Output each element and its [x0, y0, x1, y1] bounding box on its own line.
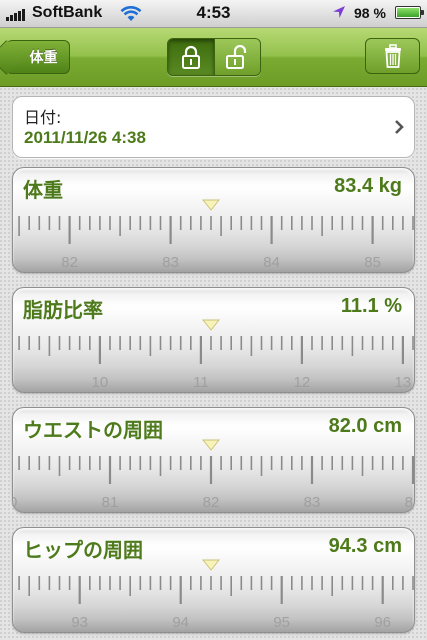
tick-label: 83 — [304, 494, 321, 511]
lock-segment[interactable] — [168, 39, 214, 75]
date-cell[interactable]: 日付: 2011/11/26 4:38 — [12, 96, 415, 158]
tick-label: 84 — [263, 254, 280, 271]
value-pointer-icon — [202, 559, 220, 571]
hip-panel: ヒップの周囲 94.3 cm 93 94 95 96 — [12, 527, 415, 633]
lock-open-icon — [226, 45, 247, 69]
body-fat-ruler[interactable]: 10 11 12 13 — [13, 288, 415, 393]
tick-label: 94 — [172, 614, 189, 631]
waist-panel: ウエストの周囲82.0 cm8081828384 — [12, 407, 415, 513]
weight-panel: 体重 83.4 kg 82 83 84 85 — [12, 167, 415, 273]
value-pointer-icon — [202, 199, 220, 211]
tick-label: 11 — [193, 374, 209, 391]
back-button-label: 体重 — [29, 50, 58, 66]
tick-label: 83 — [162, 254, 179, 271]
tick-label: 12 — [294, 374, 311, 391]
weight-ruler[interactable]: 82 83 84 85 — [13, 168, 415, 273]
date-label: 日付: — [24, 108, 62, 127]
navigation-bar: 体重 — [0, 28, 427, 87]
tick-label: 82 — [203, 494, 220, 511]
unlock-segment[interactable] — [213, 39, 260, 75]
status-bar: SoftBank 4:53 98 % — [0, 0, 427, 28]
value-pointer-icon — [202, 439, 220, 451]
tick-label: 81 — [102, 494, 119, 511]
waist-ruler[interactable]: 80 81 82 83 84 — [13, 408, 415, 513]
hip-ruler[interactable]: 93 94 95 96 — [13, 528, 415, 633]
tick-label: 13 — [395, 374, 412, 391]
trash-icon — [384, 44, 401, 68]
date-value: 2011/11/26 4:38 — [24, 128, 146, 147]
tick-label: 96 — [374, 614, 391, 631]
tick-label: 80 — [13, 494, 17, 511]
tick-label: 10 — [92, 374, 109, 391]
location-services-icon — [333, 6, 345, 18]
delete-button[interactable] — [365, 38, 420, 74]
tick-label: 82 — [61, 254, 78, 271]
lock-segmented-control — [167, 38, 261, 76]
back-button[interactable]: 体重 — [6, 40, 70, 74]
battery-icon — [395, 6, 424, 19]
tick-label: 85 — [364, 254, 381, 271]
tick-label: 95 — [273, 614, 290, 631]
lock-closed-icon — [181, 45, 200, 69]
tick-label: 84 — [405, 494, 415, 511]
value-pointer-icon — [202, 319, 220, 331]
chevron-right-icon — [395, 120, 404, 134]
body-fat-panel: 脂肪比率 11.1 % 10 11 12 13 — [12, 287, 415, 393]
battery-percent: 98 % — [354, 5, 386, 21]
tick-label: 93 — [71, 614, 88, 631]
